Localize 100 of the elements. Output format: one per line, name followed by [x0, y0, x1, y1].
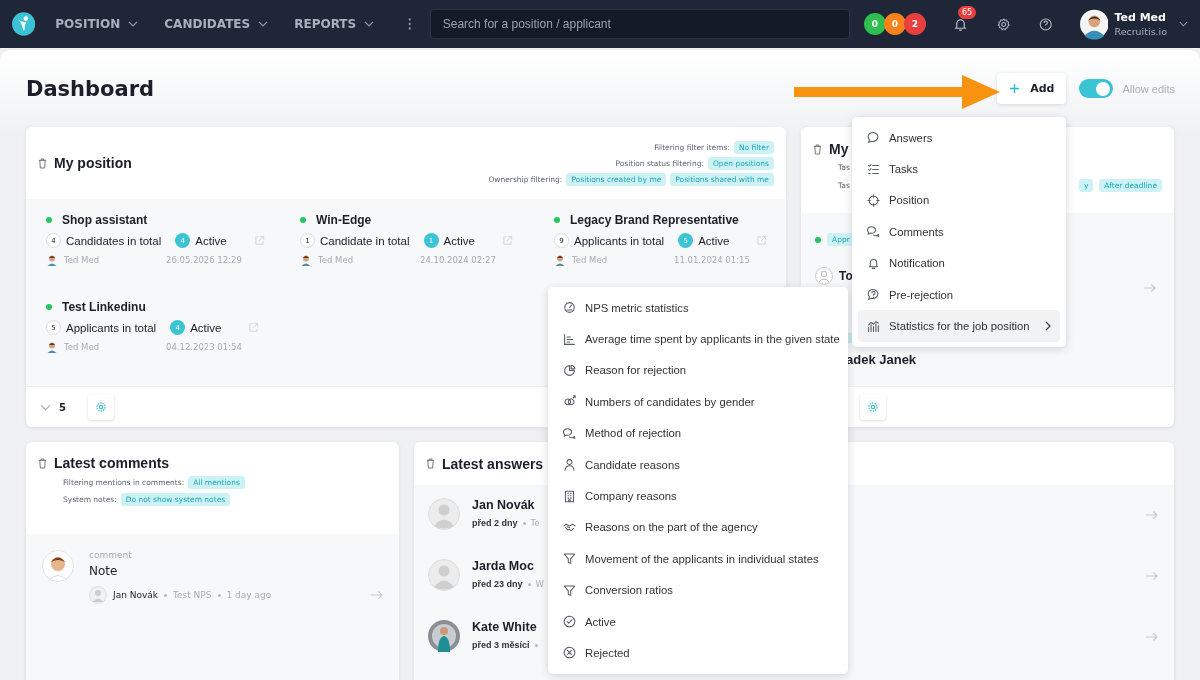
owner-name: Ted Med: [572, 255, 609, 265]
menu-item[interactable]: Method of rejection: [554, 417, 842, 449]
nav-menu[interactable]: POSITION: [55, 17, 139, 31]
time-text: 1 day ago: [226, 590, 272, 600]
chevron-down-icon: [258, 21, 269, 27]
applicant-name[interactable]: Jarda Moc: [472, 559, 544, 573]
settings-button[interactable]: [87, 394, 114, 420]
avatar-icon: [815, 267, 833, 285]
menu-item[interactable]: Reason for rejection: [554, 354, 842, 387]
active-label: Active: [698, 234, 730, 247]
status-counter[interactable]: 2: [903, 13, 926, 35]
avatar-icon: [300, 254, 312, 266]
avatar-icon: [42, 550, 74, 582]
speech-bubbles-icon: [867, 225, 880, 239]
menu-item[interactable]: Average time spent by applicants in the given state: [554, 323, 842, 355]
date-text: 24.10.2024 02:27: [420, 255, 496, 265]
menu-item[interactable]: Statistics for the job position: [858, 310, 1060, 342]
bar-chart-icon: [563, 332, 576, 346]
position-name[interactable]: Legacy Brand Representative: [570, 213, 739, 227]
menu-item[interactable]: Numbers of candidates by gender: [554, 386, 842, 418]
more-icon[interactable]: [408, 17, 412, 31]
trash-icon[interactable]: [813, 143, 822, 155]
total-label: Applicants in total: [574, 234, 665, 247]
avatar-icon: [554, 254, 566, 266]
avatar-icon: [89, 586, 107, 604]
menu-item[interactable]: Notification: [858, 247, 1060, 279]
menu-item[interactable]: Company reasons: [554, 480, 842, 512]
position-name[interactable]: Shop assistant: [62, 213, 148, 227]
search-field[interactable]: Search for a position / applicant: [429, 9, 850, 39]
menu-item[interactable]: Movement of the applicants in individual states: [554, 543, 842, 575]
menu-item[interactable]: Conversion ratios: [554, 574, 842, 606]
position-name[interactable]: Test Linkedinu: [62, 300, 146, 314]
menu-item[interactable]: Tasks: [858, 153, 1060, 185]
menu-item[interactable]: Answers: [858, 122, 1060, 154]
applicant-name[interactable]: Kate White: [472, 620, 538, 634]
menu-item[interactable]: Comments: [858, 216, 1060, 248]
plus-icon: [1009, 83, 1021, 94]
trash-icon[interactable]: [426, 458, 435, 469]
add-button[interactable]: Add: [997, 73, 1067, 104]
date-text: 26.05.2026 12:29: [166, 255, 242, 265]
avatar-icon: [46, 341, 58, 353]
avatar-icon: [428, 620, 460, 652]
user-avatar[interactable]: [1079, 8, 1109, 40]
status-dot: [815, 236, 821, 243]
comment-type: comment: [89, 550, 133, 560]
card-title: My: [829, 141, 849, 157]
settings-icon[interactable]: [996, 16, 1011, 32]
nav-menu[interactable]: CANDIDATES: [164, 17, 269, 31]
settings-button[interactable]: [860, 394, 886, 420]
date-text: 11.01.2024 01:15: [674, 255, 750, 265]
speech-bubble-icon: [867, 131, 880, 145]
detail-text: Te: [530, 518, 540, 528]
external-link-icon[interactable]: [501, 235, 513, 246]
total-label: Applicants in total: [66, 321, 157, 334]
owner-name: Ted Med: [64, 342, 101, 352]
help-icon[interactable]: [1039, 16, 1053, 32]
logo-icon[interactable]: [12, 11, 36, 37]
author-name[interactable]: Jan Novák: [113, 590, 159, 600]
chevron-down-icon[interactable]: [40, 403, 51, 411]
nav-menu[interactable]: REPORTS: [294, 17, 375, 31]
external-link-icon[interactable]: [756, 235, 768, 246]
arrow-right-icon[interactable]: [370, 590, 383, 600]
menu-item[interactable]: NPS metric statistics: [554, 292, 842, 324]
arrow-right-icon[interactable]: [1143, 283, 1156, 293]
menu-item[interactable]: Active: [554, 605, 842, 638]
arrow-right-icon[interactable]: [1145, 510, 1158, 520]
menu-item[interactable]: Candidate reasons: [554, 448, 842, 481]
toggle-label: Allow edits: [1122, 82, 1175, 95]
chevron-down-icon: [128, 21, 139, 27]
total-label: Candidate in total: [320, 234, 410, 247]
page-title: Dashboard: [26, 76, 155, 101]
menu-item[interactable]: Rejected: [554, 637, 842, 669]
applicant-name[interactable]: Jan Novák: [472, 498, 540, 512]
menu-item[interactable]: Pre-rejection: [858, 278, 1060, 311]
external-link-icon[interactable]: [248, 322, 260, 333]
toggle-switch[interactable]: [1079, 79, 1114, 98]
position-name[interactable]: Win-Edge: [316, 213, 372, 227]
status-dot: [554, 217, 560, 223]
chevron-down-icon[interactable]: [1179, 21, 1188, 27]
separator-dot: [522, 521, 526, 525]
company-name: Recruitis.io: [1114, 26, 1168, 37]
trash-icon[interactable]: [38, 457, 47, 469]
notification-badge: 65: [957, 5, 977, 19]
avatar-icon: [46, 254, 58, 266]
avatar-icon: [428, 559, 460, 591]
building-icon: [563, 489, 576, 503]
owner-name: Ted Med: [64, 255, 101, 265]
arrow-right-icon[interactable]: [1145, 632, 1158, 642]
menu-item[interactable]: Reasons on the part of the agency: [554, 511, 842, 544]
menu-item[interactable]: Position: [858, 184, 1060, 217]
external-link-icon[interactable]: [253, 235, 265, 246]
arrow-right-icon[interactable]: [1145, 571, 1158, 581]
person-icon: [563, 458, 576, 472]
active-label: Active: [190, 321, 222, 334]
item-count: 5: [59, 401, 66, 413]
active-label: Active: [195, 234, 227, 247]
funnel-icon: [563, 583, 576, 597]
bell-icon[interactable]: [952, 16, 968, 32]
separator-dot: [164, 593, 168, 597]
trash-icon[interactable]: [38, 157, 47, 169]
